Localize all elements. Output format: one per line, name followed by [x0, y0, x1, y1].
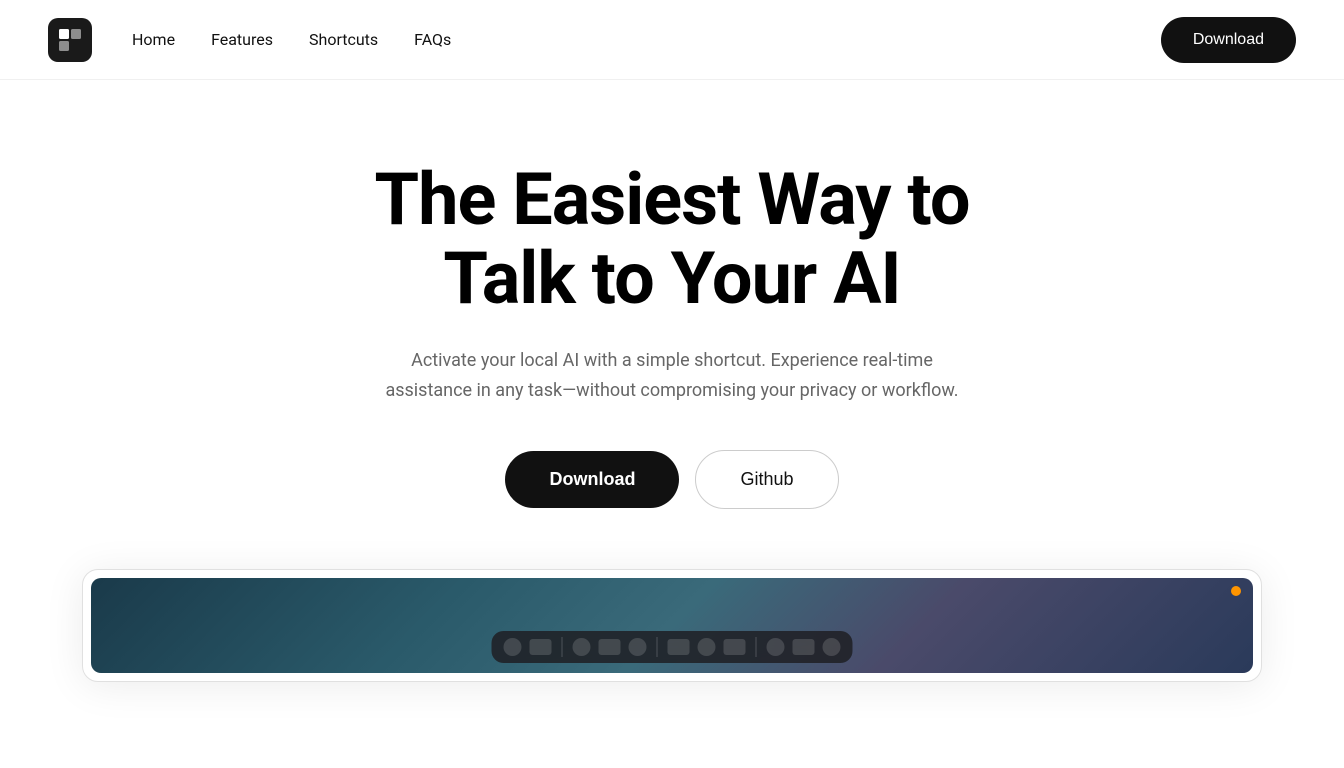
- toolbar-item-4: [599, 639, 621, 655]
- preview-container: [82, 569, 1262, 682]
- hero-buttons: Download Github: [505, 450, 838, 509]
- toolbar-item-6: [668, 639, 690, 655]
- preview-toolbar: [492, 631, 853, 663]
- toolbar-item-5: [629, 638, 647, 656]
- hero-title-line2: Talk to Your AI: [443, 236, 900, 321]
- toolbar-item-2: [530, 639, 552, 655]
- nav-link-shortcuts[interactable]: Shortcuts: [309, 30, 378, 49]
- toolbar-item-9: [767, 638, 785, 656]
- hero-title: The Easiest Way to Talk to Your AI: [375, 160, 970, 318]
- toolbar-item-3: [573, 638, 591, 656]
- preview-inner: [91, 578, 1253, 673]
- toolbar-item-7: [698, 638, 716, 656]
- nav-links: Home Features Shortcuts FAQs: [132, 30, 1161, 49]
- nav-download-button[interactable]: Download: [1161, 17, 1296, 63]
- hero-github-button[interactable]: Github: [695, 450, 838, 509]
- toolbar-item-1: [504, 638, 522, 656]
- toolbar-item-8: [724, 639, 746, 655]
- hero-title-line1: The Easiest Way to: [375, 157, 970, 242]
- preview-status-dot: [1231, 586, 1241, 596]
- nav-link-features[interactable]: Features: [211, 30, 273, 49]
- hero-section: The Easiest Way to Talk to Your AI Activ…: [0, 80, 1344, 569]
- navbar: Home Features Shortcuts FAQs Download: [0, 0, 1344, 80]
- nav-link-faqs[interactable]: FAQs: [414, 30, 451, 49]
- toolbar-separator-3: [756, 637, 757, 657]
- toolbar-separator-1: [562, 637, 563, 657]
- toolbar-item-11: [823, 638, 841, 656]
- hero-download-button[interactable]: Download: [505, 451, 679, 508]
- hero-subtitle: Activate your local AI with a simple sho…: [372, 346, 972, 405]
- preview-section: [0, 569, 1344, 682]
- logo[interactable]: [48, 18, 92, 62]
- toolbar-item-10: [793, 639, 815, 655]
- nav-link-home[interactable]: Home: [132, 30, 175, 49]
- toolbar-separator-2: [657, 637, 658, 657]
